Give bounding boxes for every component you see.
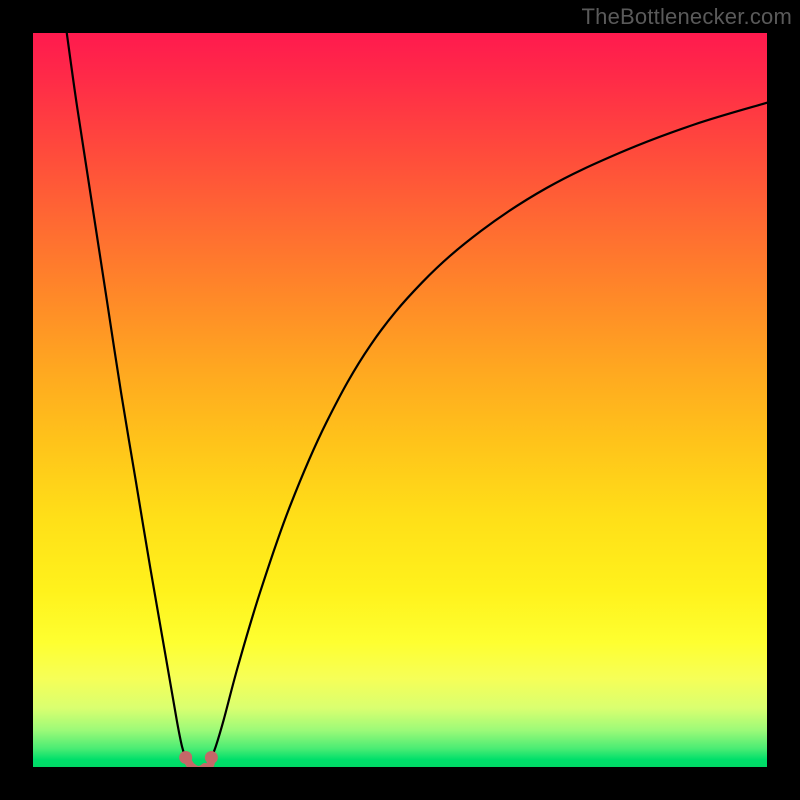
u-connector bbox=[186, 757, 212, 767]
curve-left bbox=[67, 33, 186, 757]
valley-marker bbox=[179, 751, 218, 767]
watermark-text: TheBottlenecker.com bbox=[582, 4, 792, 30]
curve-right bbox=[211, 103, 767, 758]
plot-area bbox=[33, 33, 767, 767]
chart-container: TheBottlenecker.com bbox=[0, 0, 800, 800]
curves-layer bbox=[33, 33, 767, 767]
